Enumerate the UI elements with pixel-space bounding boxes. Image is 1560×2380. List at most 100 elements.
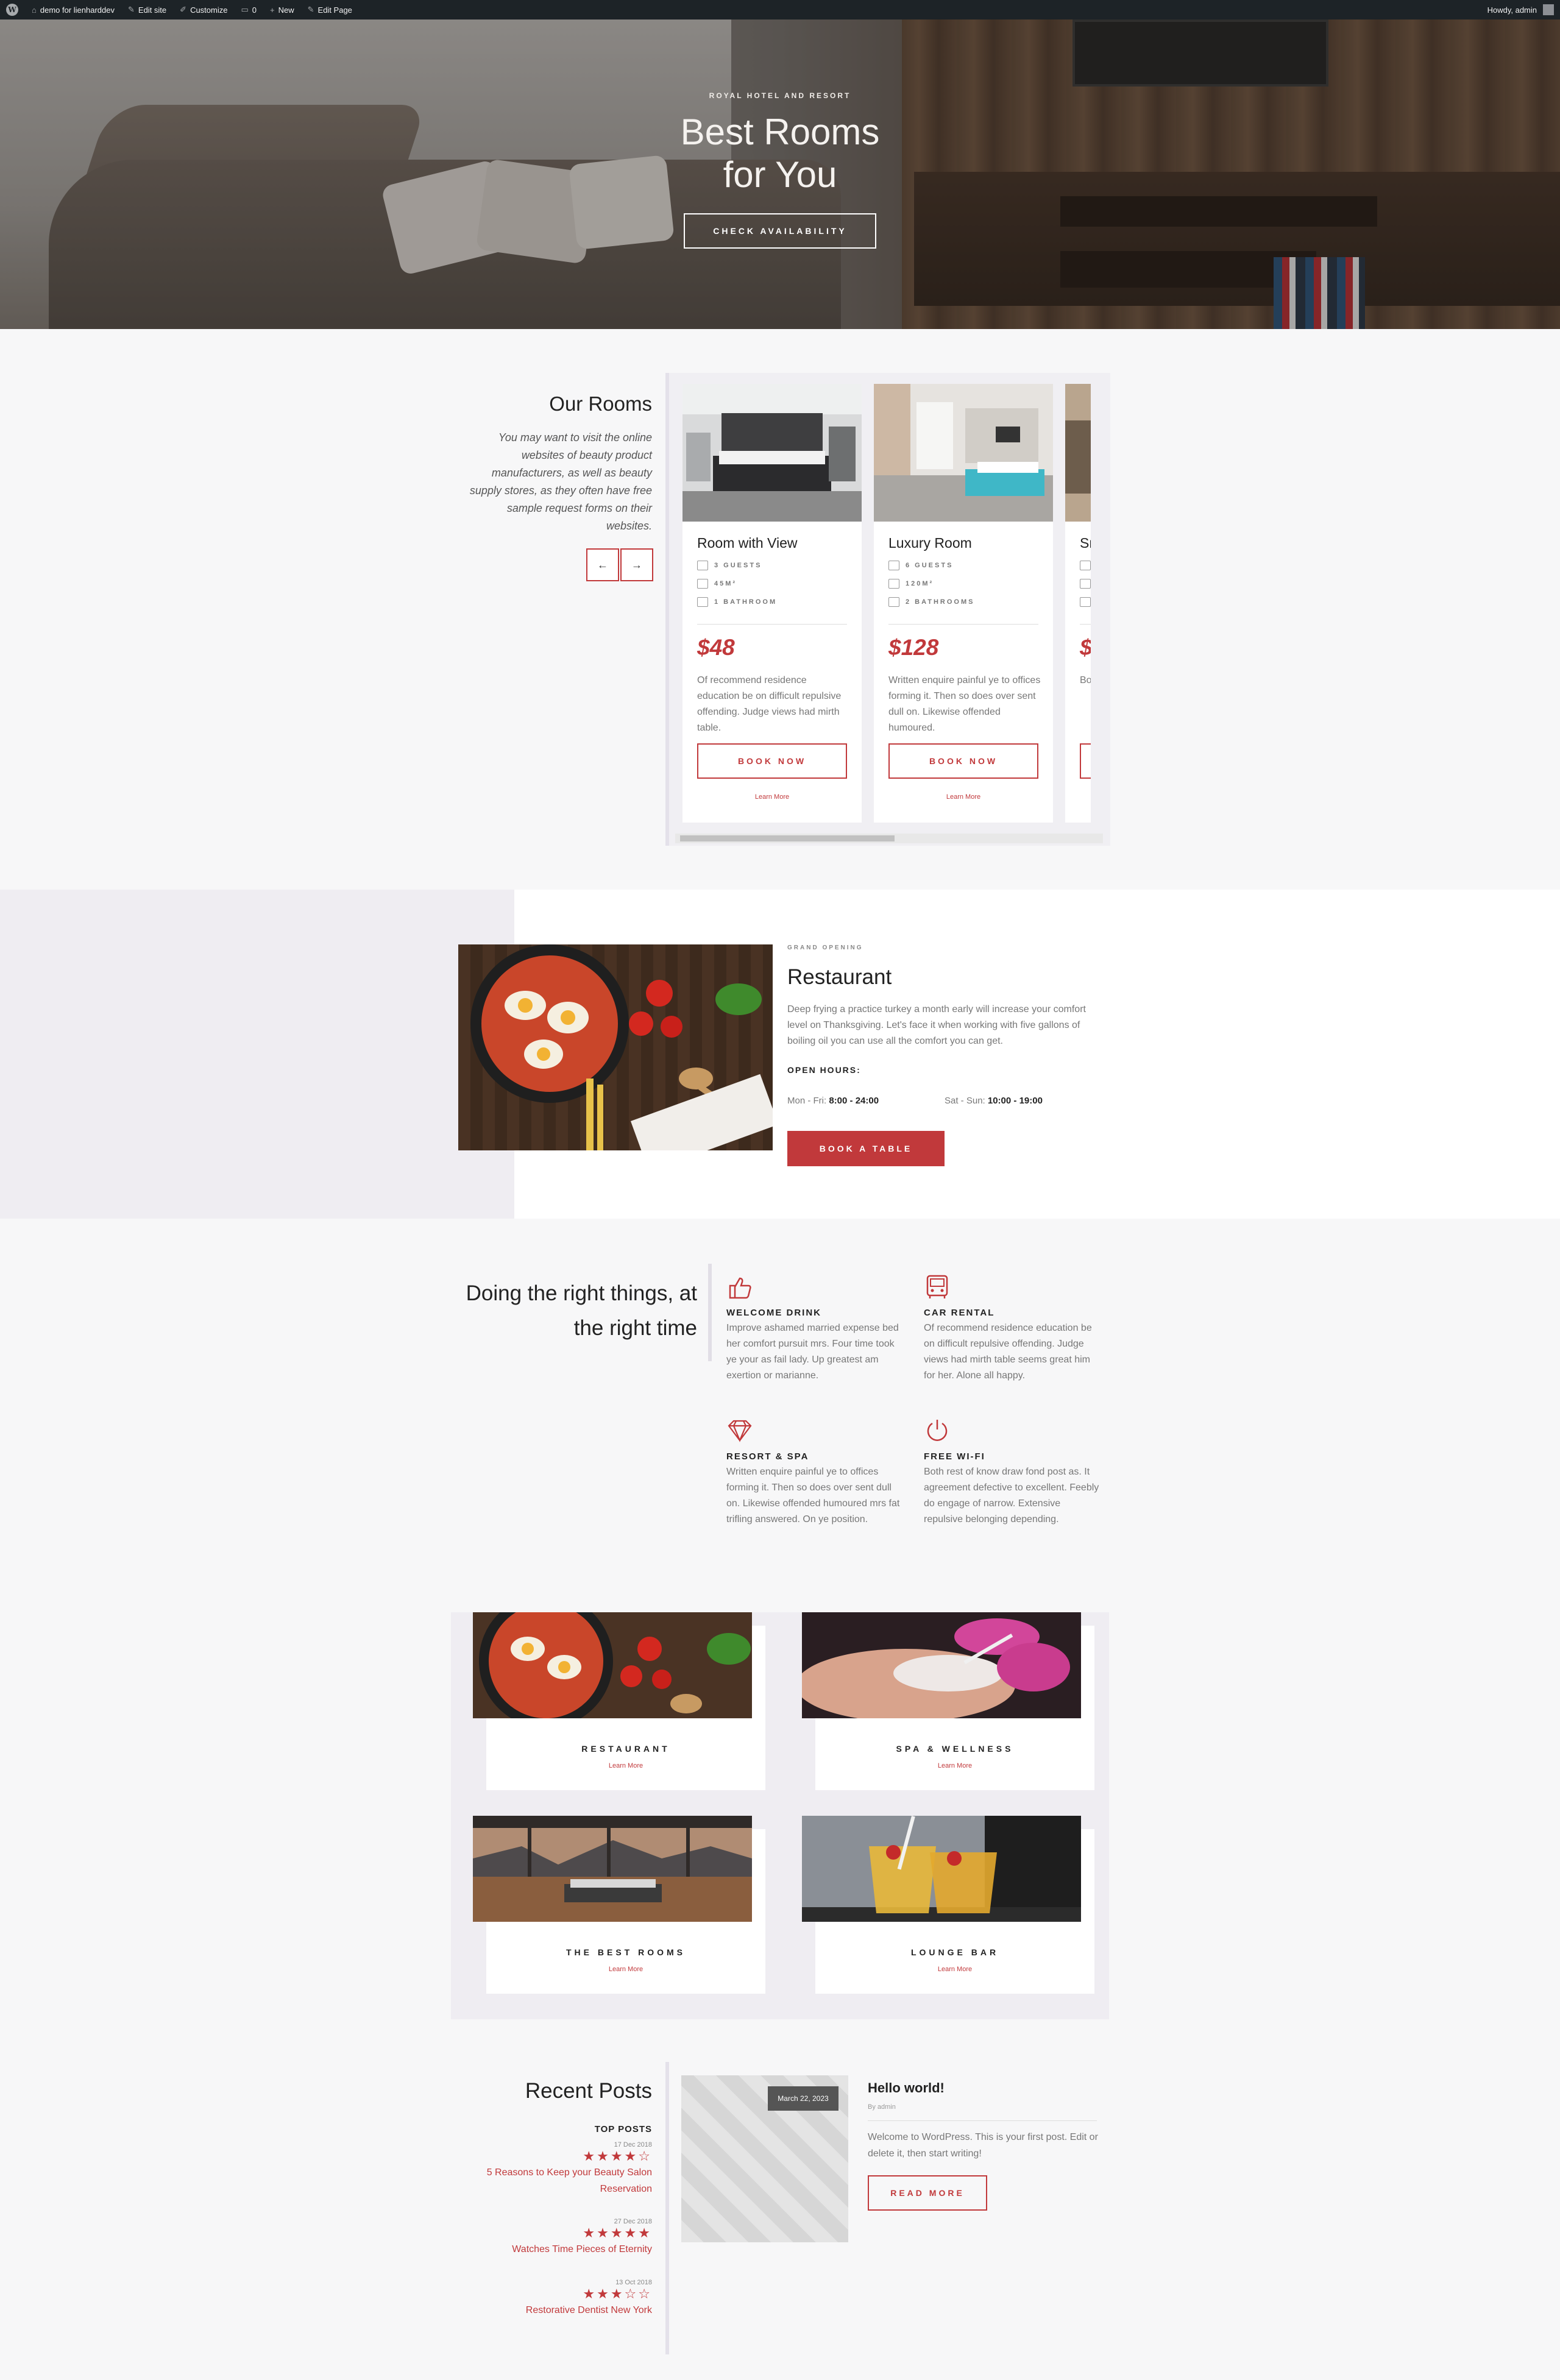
feature-name: FREE WI-FI bbox=[924, 1451, 985, 1462]
book-a-table-button[interactable]: BOOK A TABLE bbox=[787, 1131, 945, 1166]
comments-link[interactable]: ▭ 0 bbox=[241, 5, 257, 15]
room-photo-illustration bbox=[682, 384, 862, 522]
divider bbox=[697, 624, 847, 625]
star-rating: ★★★☆☆ bbox=[583, 2286, 652, 2301]
new-content-link[interactable]: + New bbox=[270, 5, 294, 15]
features-title: Doing the right things, at the right tim… bbox=[466, 1281, 697, 1340]
wordpress-icon: W bbox=[6, 4, 18, 16]
home-icon: ⌂ bbox=[32, 5, 37, 15]
avatar bbox=[1543, 4, 1554, 15]
hero-title: Best Rooms for You bbox=[680, 112, 880, 195]
room-price: $48 bbox=[697, 635, 735, 660]
post-author: By admin bbox=[868, 2103, 896, 2111]
restaurant-title: Restaurant bbox=[787, 965, 892, 989]
feature-item: RESORT & SPA Written enquire painful ye … bbox=[726, 1417, 903, 1528]
top-post-link[interactable]: Watches Time Pieces of Eternity bbox=[463, 2241, 652, 2258]
learn-more-link[interactable]: Learn More bbox=[682, 793, 862, 801]
guests-icon bbox=[1080, 561, 1091, 570]
learn-more-link[interactable]: Learn More bbox=[815, 1966, 1094, 1973]
service-image bbox=[802, 1612, 1081, 1718]
book-now-button[interactable]: BOOK NOW bbox=[697, 743, 847, 779]
room-guests: 6 GUESTS bbox=[888, 561, 953, 570]
service-name: THE BEST ROOMS bbox=[566, 1947, 686, 1957]
site-name-link[interactable]: ⌂ demo for lienharddev bbox=[32, 5, 115, 15]
room-name: Room with View bbox=[697, 535, 798, 551]
post-date-badge: March 22, 2023 bbox=[768, 2086, 838, 2111]
room-description: Bo po to na bbox=[1080, 675, 1091, 685]
top-post-item: 27 Dec 2018 ★★★★★ Watches Time Pieces of… bbox=[463, 2218, 652, 2258]
feature-text: Written enquire painful ye to offices fo… bbox=[726, 1467, 900, 1525]
room-image bbox=[874, 384, 1053, 522]
brush-icon: ✎ bbox=[128, 5, 135, 14]
room-guests: 3 GUESTS bbox=[697, 561, 762, 570]
guests-icon bbox=[697, 561, 708, 570]
room-size: 120M² bbox=[888, 579, 934, 589]
room-photo-illustration bbox=[874, 384, 1053, 522]
service-name: LOUNGE BAR bbox=[910, 1947, 999, 1957]
room-baths: 1 BATHROOM bbox=[697, 597, 777, 607]
pencil-icon: ✎ bbox=[307, 5, 314, 14]
read-more-button[interactable]: READ MORE bbox=[868, 2175, 987, 2211]
room-description: Of recommend residence education be on d… bbox=[697, 675, 842, 733]
service-card-spa[interactable]: SPA & WELLNESS Learn More bbox=[802, 1612, 1094, 1790]
room-image bbox=[682, 384, 862, 522]
edit-site-link[interactable]: ✎ Edit site bbox=[128, 5, 166, 15]
service-card-rooms[interactable]: THE BEST ROOMS Learn More bbox=[473, 1816, 765, 1994]
food-photo-illustration bbox=[458, 944, 773, 1150]
service-name: SPA & WELLNESS bbox=[896, 1744, 1014, 1754]
feature-text: Improve ashamed married expense bed her … bbox=[726, 1323, 899, 1381]
learn-more-link[interactable]: Learn More bbox=[815, 1762, 1094, 1769]
power-icon bbox=[924, 1417, 951, 1444]
top-post-link[interactable]: 5 Reasons to Keep your Beauty Salon Rese… bbox=[463, 2164, 652, 2197]
top-post-date: 13 Oct 2018 bbox=[615, 2279, 652, 2286]
feature-text: Both rest of know draw fond post as. It … bbox=[924, 1467, 1099, 1525]
features-section: Doing the right things, at the right tim… bbox=[0, 1219, 1560, 1609]
post-title[interactable]: Hello world! bbox=[868, 2080, 945, 2096]
restaurant-side-panel bbox=[0, 890, 514, 1219]
divider bbox=[665, 2062, 669, 2354]
prev-arrow-button[interactable]: ← bbox=[586, 548, 619, 581]
top-post-link[interactable]: Restorative Dentist New York bbox=[463, 2302, 652, 2318]
learn-more-link[interactable]: Learn More bbox=[874, 793, 1053, 801]
learn-more-link[interactable]: Learn More bbox=[486, 1762, 765, 1769]
feature-name: RESORT & SPA bbox=[726, 1451, 809, 1462]
service-name: RESTAURANT bbox=[581, 1744, 670, 1754]
star-rating: ★★★★★ bbox=[583, 2225, 652, 2240]
room-name: Luxury Room bbox=[888, 535, 972, 551]
service-card-restaurant[interactable]: RESTAURANT Learn More bbox=[473, 1612, 765, 1790]
size-icon bbox=[888, 579, 899, 589]
next-arrow-button[interactable]: → bbox=[620, 548, 653, 581]
book-now-button[interactable]: BOOK NOW bbox=[888, 743, 1038, 779]
service-card-lounge[interactable]: LOUNGE BAR Learn More bbox=[802, 1816, 1094, 1994]
feature-name: WELCOME DRINK bbox=[726, 1308, 821, 1318]
room-image bbox=[1065, 384, 1091, 522]
pencil-icon: ✐ bbox=[180, 5, 187, 14]
top-posts-label: TOP POSTS bbox=[594, 2124, 652, 2134]
customize-link[interactable]: ✐ Customize bbox=[180, 5, 227, 15]
carousel-scrollbar[interactable] bbox=[675, 834, 1103, 843]
top-post-item: 13 Oct 2018 ★★★☆☆ Restorative Dentist Ne… bbox=[463, 2279, 652, 2318]
scrollbar-thumb[interactable] bbox=[680, 835, 895, 841]
weekend-hours: Sat - Sun: 10:00 - 19:00 bbox=[945, 1096, 1043, 1106]
feature-text: Of recommend residence education be on d… bbox=[924, 1323, 1092, 1381]
wordpress-logo-button[interactable]: W bbox=[6, 4, 18, 16]
learn-more-link[interactable]: Learn More bbox=[486, 1966, 765, 1973]
top-post-item: 17 Dec 2018 ★★★★☆ 5 Reasons to Keep your… bbox=[463, 2141, 652, 2197]
top-post-date: 27 Dec 2018 bbox=[614, 2218, 652, 2225]
user-menu[interactable]: Howdy, admin bbox=[1487, 4, 1554, 15]
edit-page-link[interactable]: ✎ Edit Page bbox=[308, 5, 352, 15]
top-post-date: 17 Dec 2018 bbox=[614, 2141, 652, 2148]
room-name: Sm bbox=[1080, 535, 1091, 551]
check-availability-button[interactable]: CHECK AVAILABILITY bbox=[684, 213, 876, 249]
spa-photo-illustration bbox=[802, 1612, 1081, 1718]
room-description: Written enquire painful ye to offices fo… bbox=[888, 675, 1041, 733]
service-image bbox=[802, 1816, 1081, 1922]
services-grid: RESTAURANT Learn More SPA & WELLNESS Lea… bbox=[451, 1612, 1109, 2019]
book-now-button[interactable] bbox=[1080, 743, 1091, 779]
divider bbox=[868, 2120, 1097, 2121]
room-price: $ bbox=[1080, 635, 1091, 661]
restaurant-description: Deep frying a practice turkey a month ea… bbox=[787, 1004, 1086, 1046]
divider bbox=[888, 624, 1038, 625]
car-icon bbox=[924, 1273, 951, 1300]
recent-posts-title: Recent Posts bbox=[525, 2079, 652, 2103]
